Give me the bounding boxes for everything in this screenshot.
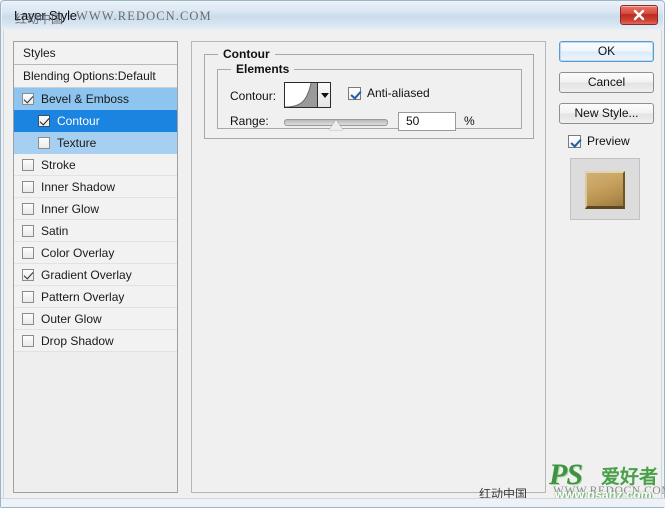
- contour-group-title: Contour: [218, 47, 275, 61]
- style-row-checkbox[interactable]: [22, 290, 34, 303]
- contour-field-label: Contour:: [230, 89, 277, 103]
- style-row-label: Outer Glow: [41, 311, 102, 326]
- style-row-label: Bevel & Emboss: [41, 91, 130, 106]
- ok-button[interactable]: OK: [559, 41, 654, 62]
- style-row-checkbox[interactable]: [22, 180, 34, 193]
- close-button[interactable]: [620, 5, 658, 25]
- style-row-label: Inner Glow: [41, 201, 100, 216]
- style-row-checkbox[interactable]: [22, 334, 34, 347]
- style-row-label: Contour: [57, 113, 100, 128]
- style-row-checkbox[interactable]: [22, 224, 34, 237]
- style-row-checkbox[interactable]: [22, 246, 34, 259]
- style-row-label: Drop Shadow: [41, 333, 114, 348]
- title-watermark-url: WWW.REDOCN.COM: [76, 9, 212, 23]
- style-row[interactable]: Inner Glow: [14, 198, 177, 220]
- range-slider[interactable]: [284, 117, 388, 131]
- style-row-label: Pattern Overlay: [41, 289, 125, 304]
- contour-dropdown-button[interactable]: [318, 82, 331, 108]
- style-row[interactable]: Color Overlay: [14, 242, 177, 264]
- style-row-label: Gradient Overlay: [41, 267, 132, 282]
- watermark-redocn-url: WWW.REDOCN.COM: [553, 485, 665, 497]
- styles-panel-header: Styles: [14, 42, 177, 65]
- style-row[interactable]: Inner Shadow: [14, 176, 177, 198]
- contour-groupbox: Contour Elements Contour: Anti-aliased R…: [204, 47, 534, 139]
- style-row[interactable]: Bevel & Emboss: [14, 88, 177, 110]
- anti-aliased-label: Anti-aliased: [367, 86, 430, 100]
- style-row-label: Texture: [57, 135, 97, 150]
- style-row-label: Inner Shadow: [41, 179, 116, 194]
- new-style-button[interactable]: New Style...: [559, 103, 654, 124]
- preview-swatch: [585, 171, 625, 209]
- layer-style-dialog: Layer Style 红动中国 WWW.REDOCN.COM Styles B…: [0, 0, 665, 508]
- anti-aliased-checkbox[interactable]: Anti-aliased: [348, 86, 430, 100]
- preview-checkbox[interactable]: Preview: [568, 134, 654, 148]
- range-unit-label: %: [464, 114, 475, 128]
- style-row-checkbox[interactable]: [22, 312, 34, 325]
- style-row[interactable]: Texture: [14, 132, 177, 154]
- style-row-checkbox[interactable]: [22, 202, 34, 215]
- style-row[interactable]: Gradient Overlay: [14, 264, 177, 286]
- style-row[interactable]: Satin: [14, 220, 177, 242]
- close-icon: [633, 9, 645, 21]
- range-input[interactable]: 50: [398, 112, 456, 131]
- elements-groupbox: Elements Contour: Anti-aliased Range: 50…: [217, 62, 522, 131]
- style-row-checkbox[interactable]: [38, 114, 50, 127]
- style-row[interactable]: Outer Glow: [14, 308, 177, 330]
- title-bar[interactable]: Layer Style 红动中国 WWW.REDOCN.COM: [2, 2, 663, 30]
- preview-checkbox-box: [568, 134, 581, 148]
- preview-thumbnail: [570, 158, 640, 220]
- style-row-label: Satin: [41, 223, 69, 238]
- style-row-label: Stroke: [41, 157, 76, 172]
- styles-list: Bevel & Emboss Contour Texture Stroke Inner …: [14, 88, 177, 352]
- title-watermark-cn: 红动中国: [15, 12, 64, 26]
- style-row-checkbox[interactable]: [22, 92, 34, 105]
- contour-curve-icon: [285, 83, 317, 107]
- dialog-buttons-panel: OK Cancel New Style... Preview: [559, 41, 654, 220]
- range-field-label: Range:: [230, 114, 269, 128]
- style-row[interactable]: Drop Shadow: [14, 330, 177, 352]
- style-row-checkbox[interactable]: [38, 136, 50, 149]
- elements-group-title: Elements: [231, 62, 295, 76]
- contour-preset-swatch[interactable]: [284, 82, 318, 108]
- styles-panel: Styles Blending Options:Default Bevel & …: [13, 41, 178, 493]
- chevron-down-icon: [321, 93, 329, 98]
- style-row[interactable]: Pattern Overlay: [14, 286, 177, 308]
- style-row-label: Color Overlay: [41, 245, 115, 260]
- style-row[interactable]: Stroke: [14, 154, 177, 176]
- style-row-checkbox[interactable]: [22, 268, 34, 281]
- center-panel: Contour Elements Contour: Anti-aliased R…: [191, 41, 546, 493]
- style-row[interactable]: Contour: [14, 110, 177, 132]
- style-row-checkbox[interactable]: [22, 158, 34, 171]
- cancel-button[interactable]: Cancel: [559, 72, 654, 93]
- range-slider-thumb[interactable]: [329, 120, 343, 130]
- blending-options-row[interactable]: Blending Options:Default: [14, 65, 177, 88]
- window-bottom-strip: [1, 498, 665, 507]
- anti-aliased-checkbox-box: [348, 86, 361, 100]
- preview-label: Preview: [587, 134, 630, 148]
